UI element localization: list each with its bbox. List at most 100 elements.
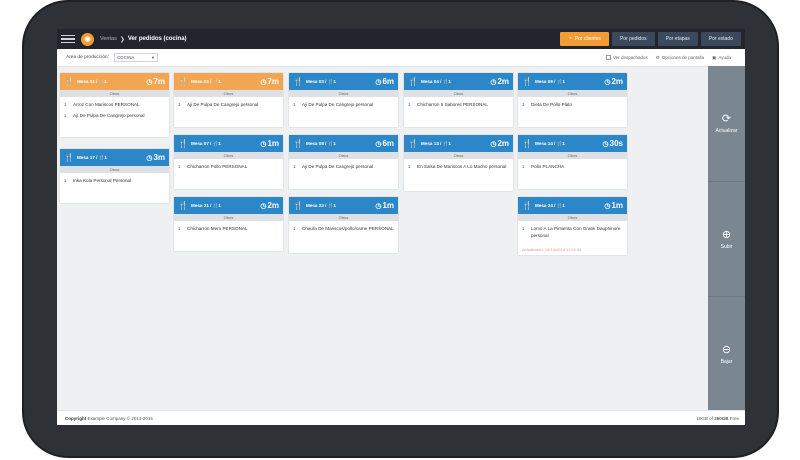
order-category: Otros <box>518 214 627 221</box>
clock-icon: ◷ <box>146 78 153 86</box>
order-card[interactable]: 🍴 Mesa 07 / 🍴1 ◷ 1m Otros 1 Chicharron Pol… <box>174 135 283 189</box>
order-item[interactable]: 1 Pollo PLANCHA <box>522 161 623 172</box>
order-item[interactable]: 1 Lomo A La Pimienta Con Gratin Dauphinor… <box>522 223 623 241</box>
cutlery-icon: 🍴 <box>178 77 188 86</box>
order-elapsed: ◷ 1m <box>604 201 623 210</box>
order-card[interactable]: 🍴 Mesa 09 / 🍴1 ◷ 2m Otros 1 Dieta De Pollo… <box>518 73 627 127</box>
scroll-down-button[interactable]: ⊖ Bajar <box>708 296 745 410</box>
clock-icon: ◷ <box>604 202 611 210</box>
item-name: Chicharron 5 Sabores PERSONAL <box>417 102 488 107</box>
app-screen: ◉ Ventas ❯ Ver pedidos (cocina) ◔ Por cl… <box>57 29 745 425</box>
order-card-header: 🍴 Mesa 14 / 🍴1 ◷ 30s <box>518 135 627 152</box>
order-item[interactable]: 1 Chicharron Pollo PERSONAL <box>178 161 279 172</box>
order-item[interactable]: 1 Dieta De Pollo Plato <box>522 99 623 110</box>
menu-icon[interactable] <box>61 34 75 44</box>
order-card[interactable]: 🍴 Mesa 03 / 🍴1 ◷ 6m Otros 1 Aji De Pulpa D… <box>289 73 398 127</box>
help-link[interactable]: ▣ Ayuda <box>712 55 731 61</box>
clock-icon: ◷ <box>375 78 382 86</box>
scroll-up-label: Subir <box>720 243 733 250</box>
order-item[interactable]: 1 Aji De Pulpa De Cangrejo personal <box>293 99 394 110</box>
order-category: Otros <box>404 152 513 159</box>
order-item[interactable]: 1 En Salsa De Mariscos A Lo Macho persona… <box>408 161 509 172</box>
order-card-header: 🍴 Mesa 04 / 🍴1 ◷ 2m <box>404 73 513 90</box>
by-orders-button[interactable]: Por pedidos <box>611 32 655 46</box>
order-table: Mesa 09 / 🍴1 <box>535 78 565 84</box>
item-qty: 1 <box>64 178 67 183</box>
cutlery-icon: 🍴 <box>293 201 303 210</box>
order-card[interactable]: 🍴 Mesa 24 / 🍴1 ◷ 1m Otros 1 Lomo A La Pimi… <box>518 197 627 255</box>
breadcrumb-root[interactable]: Ventas <box>100 36 117 42</box>
scroll-up-button[interactable]: ⊕ Subir <box>708 181 745 295</box>
item-qty: 1 <box>178 102 181 107</box>
order-item[interactable]: 1 Ají De Pulpa De Cangrejo personal <box>64 110 165 121</box>
page-title: Ver pedidos (cocina) <box>127 36 187 42</box>
cutlery-icon: 🍴 <box>178 139 188 148</box>
order-table: Mesa 22 / 🍴1 <box>306 202 336 208</box>
cutlery-icon: 🍴 <box>408 77 418 86</box>
order-category: Otros <box>60 90 169 97</box>
order-table: Mesa 17 / 🍴1 <box>77 154 107 160</box>
storage-free: Free <box>729 415 739 421</box>
item-qty: 1 <box>522 226 525 231</box>
clock-icon: ◷ <box>602 140 609 148</box>
clock-icon: ◷ <box>490 78 497 86</box>
order-item[interactable]: 1 Inka Kola Personal Personal <box>64 175 165 186</box>
order-card[interactable]: 🍴 Mesa 17 / 🍴1 ◷ 3m Otros 1 Inka Kola Pers… <box>60 149 169 203</box>
order-card[interactable]: 🍴 Mesa 04 / 🍴1 ◷ 2m Otros 1 Chicharron 5 S… <box>404 73 513 127</box>
order-card[interactable]: 🍴 Mesa 21 / 🍴1 ◷ 2m Otros 1 Chicharron Mer… <box>174 197 283 251</box>
by-stages-button[interactable]: Por etapas <box>657 32 698 46</box>
item-name: Inka Kola Personal Personal <box>73 178 131 183</box>
order-elapsed: ◷ 1m <box>375 201 394 210</box>
by-clients-label: Por clientes <box>574 36 601 42</box>
order-card-header: 🍴 Mesa 09 / 🍴1 ◷ 2m <box>518 73 627 90</box>
order-card[interactable]: 🍴 Mesa 13 / 🍴1 ◷ 2m Otros 1 En Salsa De Ma… <box>404 135 513 191</box>
chevron-down-icon: ▼ <box>150 55 155 60</box>
help-icon: ▣ <box>712 54 717 60</box>
show-dispatched-checkbox[interactable] <box>605 55 611 60</box>
production-area-select[interactable]: COCINA ▼ <box>113 53 158 62</box>
filter-options: Ver despachados ⚙ Opciones de pantalla ▣… <box>605 55 731 61</box>
copyright-label: Copyright <box>65 415 87 421</box>
order-table: Mesa 03 / 🍴1 <box>306 78 336 84</box>
show-dispatched-toggle[interactable]: Ver despachados <box>605 55 648 60</box>
order-item[interactable]: 1 Aji De Pulpa De Cangrejo personal <box>178 99 279 110</box>
item-name: Dieta De Pollo Plato <box>531 102 573 107</box>
order-card[interactable]: 🍴 Mesa 08 / 🍴1 ◷ 6m Otros 1 Aji De Pulpa D… <box>289 135 398 189</box>
item-qty: 1 <box>522 102 525 107</box>
order-item[interactable]: 1 Aji De Pulpa De Cangrejo personal <box>293 161 394 172</box>
order-time: 1m <box>382 201 394 210</box>
order-category: Otros <box>289 90 398 97</box>
order-item[interactable]: 1 Chicharron 5 Sabores PERSONAL <box>408 99 509 110</box>
order-card[interactable]: 🍴 Mesa 14 / 🍴1 ◷ 30s Otros 1 Pollo PLANCHA <box>518 135 627 189</box>
order-elapsed: ◷ 6m <box>375 77 394 86</box>
order-table: Mesa 24 / 🍴1 <box>535 202 565 208</box>
order-card-header: 🍴 Mesa 17 / 🍴1 ◷ 3m <box>60 149 169 166</box>
gear-icon: ⚙ <box>655 54 660 60</box>
refresh-button[interactable]: ⟳ Actualizar <box>708 66 745 180</box>
filter-bar: Area de producción: COCINA ▼ Ver despach… <box>57 49 745 67</box>
order-card-header: 🍴 Mesa 07 / 🍴1 ◷ 1m <box>174 135 283 152</box>
refresh-icon: ⟳ <box>721 113 732 125</box>
order-card[interactable]: 🍴 Mesa 22 / 🍴1 ◷ 1m Otros 1 Chaufa De Mari… <box>289 197 398 253</box>
production-area-value: COCINA <box>116 55 135 60</box>
by-status-button[interactable]: Por estado <box>700 32 741 46</box>
order-card-header: 🍴 Mesa 01 / 🍴1 ◷ 7m <box>60 73 169 90</box>
order-card-header: 🍴 Mesa 22 / 🍴1 ◷ 1m <box>289 197 398 214</box>
item-name: Arroz Con Mariscos PERSONAL <box>73 102 140 107</box>
storage-usage: 10GB of 250GB Free <box>696 416 739 421</box>
order-elapsed: ◷ 2m <box>490 139 509 148</box>
order-item[interactable]: 1 Chicharron Mero PERSONAL <box>178 223 279 234</box>
production-area-label: Area de producción: <box>66 55 109 60</box>
order-category: Otros <box>174 152 283 159</box>
order-card[interactable]: 🍴 Mesa 01 / 🍴1 ◷ 7m Otros 1 Arroz Con Mari… <box>60 73 169 137</box>
order-category: Otros <box>174 90 283 97</box>
cutlery-icon: 🍴 <box>522 139 532 148</box>
order-item[interactable]: 1 Arroz Con Mariscos PERSONAL <box>64 99 165 110</box>
order-card[interactable]: 🍴 Mesa 02 / 🍴1 ◷ 7m Otros 1 Aji De Pulpa D… <box>174 73 283 127</box>
order-table: Mesa 21 / 🍴1 <box>191 202 221 208</box>
page-footer: Copyright Example Company © 2014-2015 10… <box>57 410 745 425</box>
order-item[interactable]: 1 Chaufa De Mariscos/pollo/carne PERSONAL <box>293 223 394 234</box>
item-name: Aji De Pulpa De Cangrejo personal <box>187 102 259 107</box>
by-clients-button[interactable]: ◔ Por clientes <box>560 32 609 46</box>
screen-options-link[interactable]: ⚙ Opciones de pantalla <box>656 55 704 61</box>
